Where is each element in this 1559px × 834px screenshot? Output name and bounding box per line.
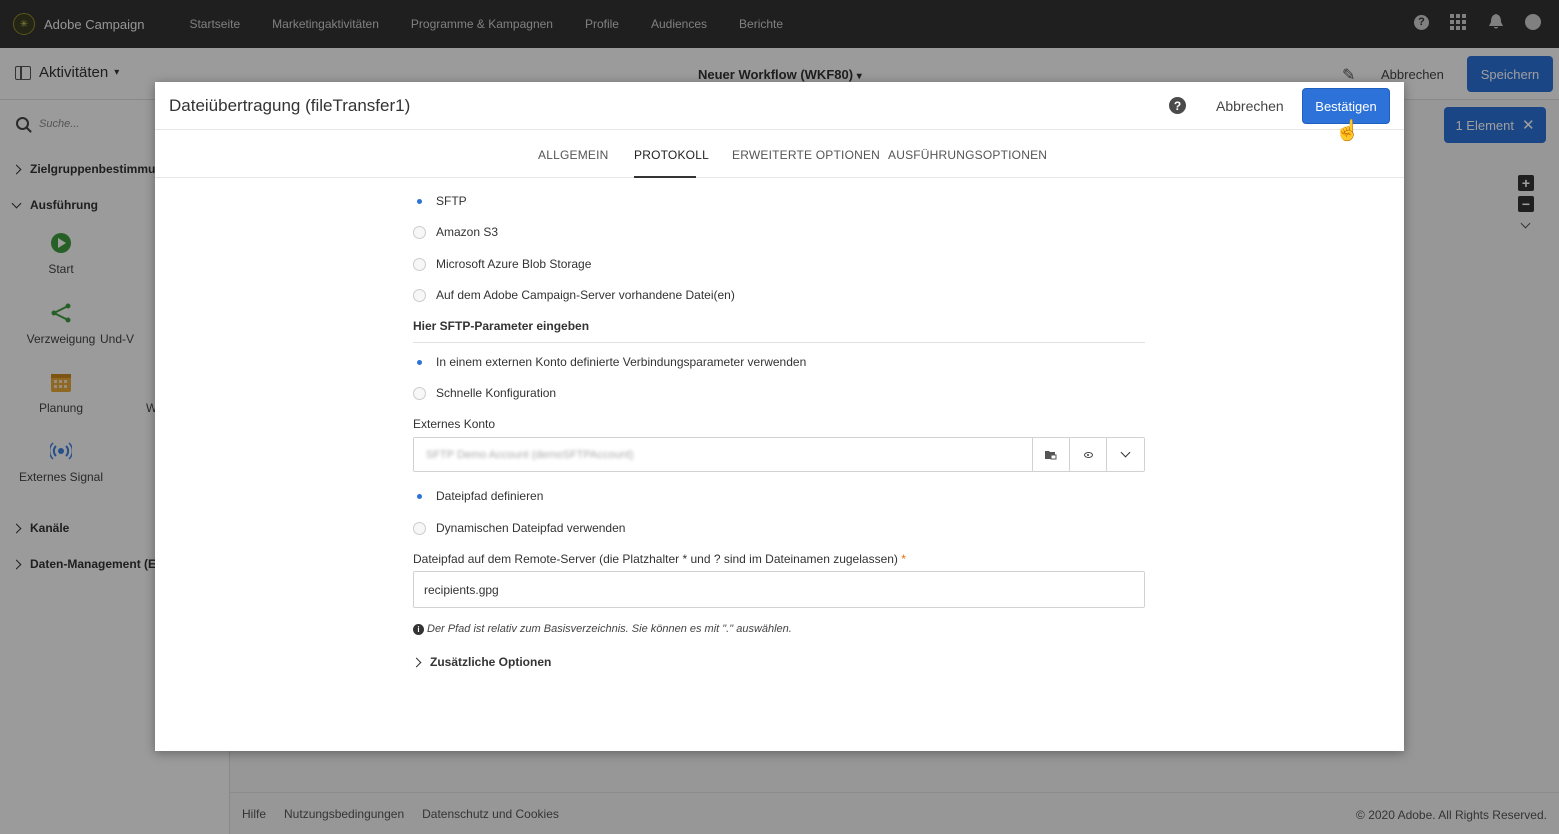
tab-general[interactable]: ALLGEMEIN [538, 148, 609, 162]
tab-advanced-options[interactable]: ERWEITERTE OPTIONEN [732, 148, 880, 162]
dropdown-chevron-icon[interactable] [1106, 438, 1144, 471]
radio-button[interactable] [413, 356, 426, 369]
radio-label: Amazon S3 [436, 225, 499, 239]
radio-dynamic-path[interactable]: Dynamischen Dateipfad verwenden [413, 521, 625, 535]
additional-options-label: Zusätzliche Optionen [430, 655, 552, 669]
radio-button[interactable] [413, 490, 426, 503]
external-account-label: Externes Konto [413, 417, 496, 431]
radio-define-path[interactable]: Dateipfad definieren [413, 489, 543, 503]
radio-label: In einem externen Konto definierte Verbi… [436, 355, 807, 369]
radio-azure-blob[interactable]: Microsoft Azure Blob Storage [413, 257, 591, 271]
radio-quick-config[interactable]: Schnelle Konfiguration [413, 386, 556, 400]
radio-external-account[interactable]: In einem externen Konto definierte Verbi… [413, 355, 806, 369]
radio-server-files[interactable]: Auf dem Adobe Campaign-Server vorhandene… [413, 288, 735, 302]
radio-label: Dynamischen Dateipfad verwenden [436, 521, 626, 535]
tab-execution-options[interactable]: AUSFÜHRUNGSOPTIONEN [888, 148, 1047, 162]
file-transfer-dialog: Dateiübertragung (fileTransfer1) ? Abbre… [155, 82, 1404, 751]
sftp-section-heading: Hier SFTP-Parameter eingeben [413, 319, 590, 333]
section-divider [413, 342, 1145, 343]
info-icon: i [413, 623, 424, 635]
browse-folder-icon[interactable] [1032, 438, 1069, 471]
radio-button[interactable] [413, 521, 426, 535]
dialog-title: Dateiübertragung (fileTransfer1) [169, 96, 411, 115]
dialog-tabs: ALLGEMEIN PROTOKOLL ERWEITERTE OPTIONEN … [155, 130, 1404, 178]
remote-path-label: Dateipfad auf dem Remote-Server (die Pla… [413, 552, 906, 566]
radio-sftp[interactable]: SFTP [413, 194, 467, 208]
radio-label: Auf dem Adobe Campaign-Server vorhandene… [436, 288, 735, 302]
view-eye-icon[interactable] [1069, 438, 1106, 471]
remote-path-input[interactable]: recipients.gpg [413, 571, 1145, 608]
external-account-field[interactable]: SFTP Demo Account (demoSFTPAccount) [413, 437, 1145, 472]
radio-button[interactable] [413, 257, 426, 271]
help-icon[interactable]: ? [1169, 97, 1186, 114]
external-account-value: SFTP Demo Account (demoSFTPAccount) [426, 448, 634, 461]
radio-amazon-s3[interactable]: Amazon S3 [413, 225, 498, 239]
required-marker: * [901, 552, 906, 566]
remote-path-label-text: Dateipfad auf dem Remote-Server (die Pla… [413, 552, 898, 566]
radio-label: Microsoft Azure Blob Storage [436, 257, 592, 271]
hint-text: Der Pfad ist relativ zum Basisverzeichni… [427, 623, 792, 635]
additional-options-toggle[interactable]: Zusätzliche Optionen [411, 655, 552, 669]
radio-label: Dateipfad definieren [436, 489, 544, 503]
radio-label: SFTP [436, 194, 467, 208]
dialog-header: Dateiübertragung (fileTransfer1) ? Abbre… [155, 82, 1404, 142]
radio-button[interactable] [413, 386, 426, 400]
chevron-right-icon [411, 657, 422, 667]
radio-label: Schnelle Konfiguration [436, 386, 557, 400]
tab-protocol[interactable]: PROTOKOLL [634, 148, 709, 162]
dialog-cancel-button[interactable]: Abbrechen [1216, 98, 1284, 114]
path-hint: i Der Pfad ist relativ zum Basisverzeich… [413, 623, 792, 635]
radio-button[interactable] [413, 288, 426, 302]
radio-button[interactable] [413, 225, 426, 239]
radio-button[interactable] [413, 195, 426, 208]
active-tab-indicator [634, 176, 696, 178]
